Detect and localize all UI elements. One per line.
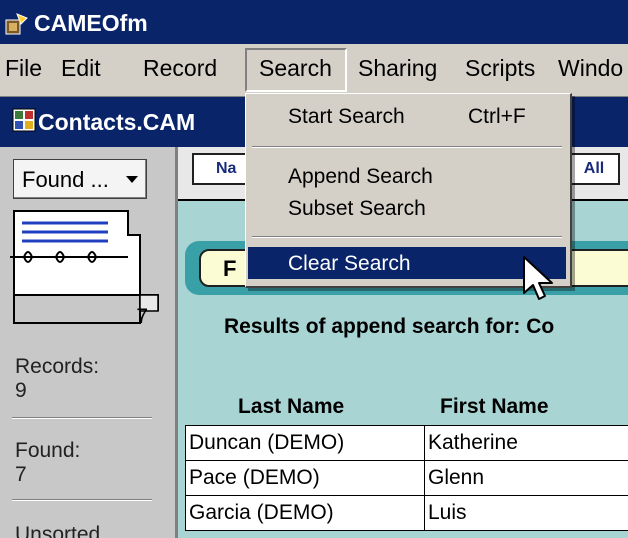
sort-status: Unsorted: [15, 523, 101, 538]
title-bar[interactable]: CAMEOfm: [0, 0, 628, 44]
cell-first-name[interactable]: Glenn: [424, 460, 628, 496]
found-label: Found:: [15, 439, 81, 462]
menu-item-label: Start Search: [288, 105, 405, 128]
records-label: Records:: [15, 355, 100, 378]
menu-file[interactable]: File: [5, 55, 42, 82]
app-title: CAMEOfm: [34, 10, 148, 36]
menu-item-start-search[interactable]: Start Search Ctrl+F: [246, 100, 568, 132]
menu-bar: File Edit Record Search Sharing Scripts …: [0, 44, 628, 97]
cell-first-name[interactable]: Katherine: [424, 425, 628, 461]
table-row[interactable]: Duncan (DEMO) Katherine: [185, 425, 628, 461]
cell-first-name[interactable]: Luis: [424, 495, 628, 531]
menu-record[interactable]: Record: [143, 55, 217, 82]
tab-label: All: [583, 160, 605, 177]
document-window-icon: [12, 108, 36, 132]
table-row[interactable]: Pace (DEMO) Glenn: [185, 460, 628, 496]
current-record-number: 7: [136, 305, 148, 328]
menu-separator: [252, 146, 562, 148]
menu-search[interactable]: Search: [259, 55, 332, 82]
cameo-app-icon: [5, 13, 28, 35]
divider: [12, 499, 152, 501]
cell-last-name[interactable]: Garcia (DEMO): [185, 495, 425, 531]
menu-item-subset-search[interactable]: Subset Search: [246, 192, 568, 224]
mouse-pointer-icon: [523, 256, 553, 300]
layout-dropdown-label: Found ...: [22, 167, 109, 192]
records-count: 9: [15, 379, 27, 402]
table-row[interactable]: Garcia (DEMO) Luis: [185, 495, 628, 531]
found-count: 7: [15, 463, 27, 486]
menu-item-shortcut: Ctrl+F: [468, 105, 526, 128]
document-title: Contacts.CAM: [38, 109, 196, 135]
tab-label: Na: [216, 160, 237, 177]
menu-window[interactable]: Windo: [558, 55, 623, 82]
chevron-down-icon: [126, 176, 138, 183]
app-window: CAMEOfm File Edit Record Search Sharing …: [0, 0, 628, 538]
menu-item-append-search[interactable]: Append Search: [246, 160, 568, 192]
layout-dropdown[interactable]: Found ...: [13, 159, 147, 199]
tab-all[interactable]: All: [568, 153, 620, 185]
column-header-last-name: Last Name: [238, 395, 345, 418]
divider: [12, 417, 152, 419]
results-heading: Results of append search for: Co: [224, 315, 555, 338]
cell-last-name[interactable]: Pace (DEMO): [185, 460, 425, 496]
menu-item-label: Subset Search: [288, 197, 426, 220]
column-header-first-name: First Name: [440, 395, 549, 418]
menu-item-label: Append Search: [288, 165, 433, 188]
menu-item-label: Clear Search: [288, 252, 411, 275]
menu-scripts[interactable]: Scripts: [465, 55, 535, 82]
menu-item-clear-search[interactable]: Clear Search: [248, 247, 566, 279]
cell-last-name[interactable]: Duncan (DEMO): [185, 425, 425, 461]
menu-sharing[interactable]: Sharing: [358, 55, 437, 82]
menu-separator: [252, 236, 562, 238]
find-button-label: F: [223, 256, 237, 281]
menu-edit[interactable]: Edit: [61, 55, 101, 82]
status-area: Found ... 7 Records: 9 Found: 7 Unsorted: [0, 147, 178, 538]
